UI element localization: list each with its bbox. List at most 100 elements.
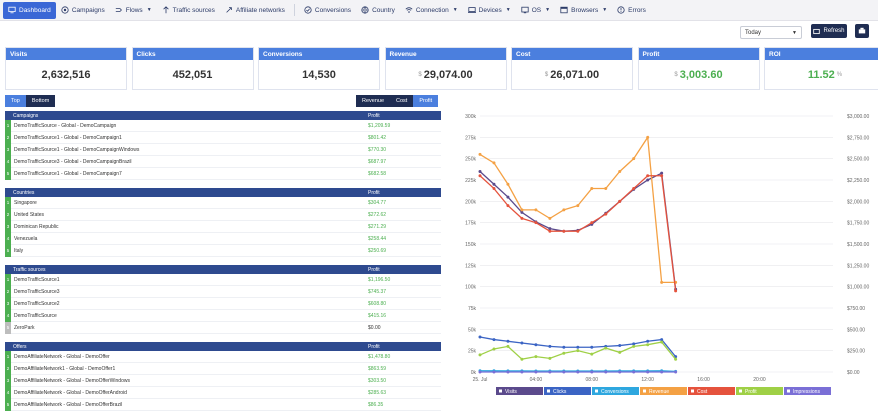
- date-range-select[interactable]: Today ▼: [740, 26, 802, 39]
- nav-item-errors[interactable]: Errors: [612, 2, 651, 19]
- stat-value-wrap: $ 26,071.00: [512, 60, 632, 90]
- data-point-revenue: [604, 187, 608, 191]
- table-row[interactable]: 4 DemoTrafficSource3 - Global - DemoCamp…: [5, 155, 441, 168]
- table-row[interactable]: 2 United States $272.62: [5, 208, 441, 221]
- row-name: ZeroPark: [14, 324, 35, 331]
- table-row[interactable]: 2 DemoTrafficSource3 $745.37: [5, 285, 441, 298]
- refresh-button[interactable]: Refresh: [811, 24, 847, 38]
- row-name: DemoAffiliateNetwork - Global - DemoOffe…: [14, 389, 127, 396]
- network-icon: [226, 7, 232, 13]
- y-tick-label-right: $2,500.00: [847, 157, 869, 163]
- y-tick-label-right: $1,250.00: [847, 263, 869, 269]
- row-value: $258.44: [368, 235, 387, 242]
- row-name: DemoTrafficSource1 - Global - DemoCampai…: [14, 134, 122, 141]
- y-tick-label-right: $1,750.00: [847, 221, 869, 227]
- y-tick-label-right: $750.00: [847, 306, 865, 312]
- os-icon: [521, 6, 529, 14]
- nav-separator: [293, 4, 295, 16]
- data-point-profit: [632, 344, 636, 348]
- row-name: DemoTrafficSource3 - Global - DemoCampai…: [14, 158, 132, 165]
- x-tick-label: 16:00: [697, 377, 710, 383]
- table-row[interactable]: 2 DemoTrafficSource1 - Global - DemoCamp…: [5, 131, 441, 144]
- stat-card-visits: Visits 2,632,516: [5, 47, 127, 90]
- nav-item-country[interactable]: Country: [356, 2, 400, 19]
- data-point-revenue: [478, 152, 482, 156]
- nav-item-affiliate-networks[interactable]: Affiliate networks: [220, 2, 290, 19]
- nav-item-flows[interactable]: Flows ▼: [110, 2, 157, 19]
- row-name: DemoTrafficSource3: [14, 288, 60, 295]
- legend-swatch: [688, 387, 735, 395]
- data-point-profit: [562, 351, 566, 355]
- currency-symbol: $: [544, 72, 549, 78]
- nav-item-campaigns[interactable]: Campaigns: [56, 2, 110, 19]
- table-row[interactable]: 1 DemoAffiliateNetwork - Global - DemoOf…: [5, 350, 441, 363]
- nav-item-dashboard[interactable]: Dashboard: [3, 1, 56, 19]
- data-point-profit: [674, 357, 678, 361]
- percent-symbol: %: [836, 72, 843, 78]
- y-tick-label-right: $2,000.00: [847, 199, 869, 205]
- row-value: $271.29: [368, 223, 387, 230]
- row-value: $745.37: [368, 288, 387, 295]
- table-row[interactable]: 2 DemoAffiliateNetwork1 - Global - DemoO…: [5, 362, 441, 375]
- wifi-icon: [405, 7, 413, 13]
- metric-toggle: Revenue Cost Profit: [356, 95, 439, 107]
- y-tick-label-left: 50k: [468, 327, 477, 333]
- data-point-clicks: [478, 335, 482, 339]
- stat-value-wrap: 2,632,516: [6, 60, 126, 90]
- legend-checkbox-icon: [739, 389, 742, 393]
- monitor-icon: [8, 6, 16, 14]
- table-row[interactable]: 5 Italy $250.69: [5, 244, 441, 257]
- table-row[interactable]: 3 DemoTrafficSource1 - Global - DemoCamp…: [5, 143, 441, 156]
- nav-item-label: OS: [531, 6, 542, 14]
- table-row[interactable]: 1 DemoTrafficSource1 $1,196.50: [5, 273, 441, 286]
- stat-card-conversions: Conversions 14,530: [258, 47, 380, 90]
- table-row[interactable]: 4 Venezuela $258.44: [5, 232, 441, 245]
- data-point-impressions: [604, 370, 608, 374]
- data-point-revenue: [534, 208, 538, 212]
- table-row[interactable]: 1 Singapore $304.77: [5, 196, 441, 209]
- x-tick-label: 12:00: [641, 377, 654, 383]
- nav-item-connection[interactable]: Connection ▼: [400, 2, 463, 19]
- stat-label: Profit: [638, 48, 759, 60]
- nav-item-os[interactable]: OS ▼: [516, 2, 555, 19]
- row-value: $801.42: [368, 134, 387, 141]
- nav-item-traffic-sources[interactable]: Traffic sources: [157, 2, 220, 19]
- data-point-visits: [492, 182, 496, 186]
- table-row[interactable]: 3 DemoTrafficSource2 $608.80: [5, 297, 441, 310]
- table-row[interactable]: 5 DemoAffiliateNetwork - Global - DemoOf…: [5, 398, 441, 411]
- table-row[interactable]: 4 DemoAffiliateNetwork - Global - DemoOf…: [5, 386, 441, 399]
- row-value: $1,196.50: [368, 276, 391, 283]
- print-button[interactable]: [855, 24, 869, 38]
- nav-item-devices[interactable]: Devices ▼: [463, 2, 516, 19]
- nav-item-label: Devices: [478, 6, 502, 14]
- profit-toggle-button[interactable]: Profit: [413, 95, 439, 107]
- data-point-cost: [562, 229, 566, 233]
- x-tick-label: 20:00: [753, 377, 766, 383]
- cost-toggle-button[interactable]: Cost: [390, 95, 414, 107]
- nav-item-conversions[interactable]: Conversions: [299, 2, 356, 19]
- stat-card-roi: ROI 11.52 %: [764, 47, 878, 90]
- legend-swatch: [736, 387, 783, 395]
- legend-checkbox-icon: [499, 389, 502, 393]
- revenue-toggle-button[interactable]: Revenue: [356, 95, 391, 107]
- row-name: DemoTrafficSource1: [14, 276, 60, 283]
- table-row[interactable]: 3 Dominican Republic $271.29: [5, 220, 441, 233]
- table-row[interactable]: 4 DemoTrafficSource $415.16: [5, 309, 441, 322]
- nav-item-browsers[interactable]: Browsers ▼: [555, 2, 612, 19]
- legend-checkbox-icon: [643, 389, 646, 393]
- y-tick-label-right: $1,500.00: [847, 242, 869, 248]
- order-toggle: Top Bottom: [5, 95, 56, 107]
- bottom-toggle-button[interactable]: Bottom: [25, 95, 56, 107]
- stat-value-wrap: 452,051: [133, 60, 253, 90]
- table-title: Traffic sources: [13, 266, 46, 273]
- table-row[interactable]: 5 ZeroPark $0.00: [5, 321, 441, 334]
- stat-value-wrap: 11.52 %: [765, 60, 878, 90]
- traffic-icon: [162, 6, 169, 14]
- data-point-profit: [506, 344, 510, 348]
- table-row[interactable]: 5 DemoTrafficSource1 - Global - DemoCamp…: [5, 167, 441, 180]
- table-row[interactable]: 3 DemoAffiliateNetwork - Global - DemoOf…: [5, 374, 441, 387]
- table-row[interactable]: 1 DemoTrafficSource - Global - DemoCampa…: [5, 119, 441, 132]
- data-point-profit: [576, 349, 580, 353]
- top-toggle-button[interactable]: Top: [5, 95, 26, 107]
- data-point-cost: [534, 221, 538, 225]
